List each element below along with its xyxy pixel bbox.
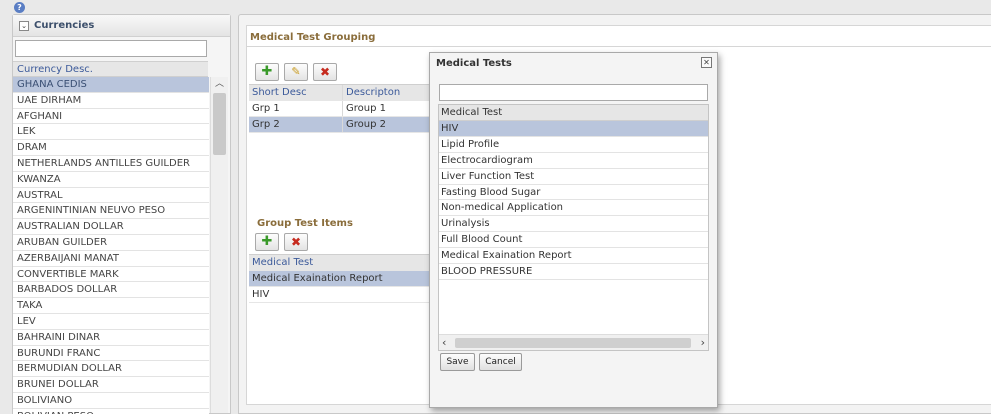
- currency-row[interactable]: DRAM: [13, 140, 209, 156]
- grouping-table: Short Desc Descripton Grp 1 Group 1 Grp 2G…: [249, 84, 449, 133]
- currency-list: GHANA CEDIS UAE DIRHAM AFGHANI LEK DRAM NETHE…: [13, 77, 209, 414]
- currency-row[interactable]: LEK: [13, 124, 209, 141]
- currency-row[interactable]: AUSTRAL: [13, 187, 209, 204]
- list-item[interactable]: HIV: [439, 121, 708, 137]
- delete-x-icon: ✖: [290, 235, 302, 249]
- currency-row[interactable]: BOLIVIANO: [13, 392, 209, 409]
- scroll-left-icon[interactable]: ‹: [442, 336, 446, 349]
- currency-row[interactable]: ARGENINTINIAN NEUVO PESO: [13, 203, 209, 220]
- currency-row[interactable]: AFGHANI: [13, 108, 209, 125]
- currency-row[interactable]: KWANZA: [13, 171, 209, 188]
- currencies-panel-header[interactable]: ⌄ Currencies: [13, 15, 230, 37]
- currency-row[interactable]: BURUNDI FRANC: [13, 345, 209, 362]
- scroll-up-icon[interactable]: ︿: [211, 77, 228, 91]
- cancel-button[interactable]: Cancel: [479, 353, 522, 371]
- currencies-panel: ⌄ Currencies Currency Desc. GHANA CEDIS U…: [12, 14, 231, 414]
- list-item[interactable]: Medical Exaination Report: [439, 248, 708, 265]
- test-items-header: Medical Test: [249, 254, 439, 271]
- column-header-medical-test[interactable]: Medical Test: [249, 255, 439, 270]
- currency-row[interactable]: AZERBAIJANI MANAT: [13, 250, 209, 267]
- short-desc-cell: Grp 2: [249, 117, 343, 132]
- currency-row[interactable]: ARUBAN GUILDER: [13, 234, 209, 251]
- currency-filter-input[interactable]: [15, 40, 207, 57]
- currency-row[interactable]: BOLIVIAN PESO: [13, 408, 209, 414]
- list-item[interactable]: Electrocardiogram: [439, 153, 708, 169]
- delete-test-item-button[interactable]: ✖: [284, 233, 308, 251]
- currency-row[interactable]: TAKA: [13, 298, 209, 314]
- list-item[interactable]: Lipid Profile: [439, 137, 708, 153]
- currency-row[interactable]: UAE DIRHAM: [13, 92, 209, 109]
- help-icon[interactable]: ?: [14, 2, 25, 13]
- plus-icon: ✚: [261, 64, 273, 79]
- list-item[interactable]: Urinalysis: [439, 216, 708, 233]
- table-row[interactable]: Grp 2 Group 2: [249, 117, 449, 133]
- scrollbar-thumb[interactable]: [213, 93, 226, 155]
- list-item[interactable]: Full Blood Count: [439, 232, 708, 249]
- add-group-button[interactable]: ✚: [255, 63, 279, 81]
- group-test-items-table: Medical Test Medical Exaination Report HI…: [249, 254, 439, 303]
- scrollbar-thumb[interactable]: [455, 338, 691, 348]
- grouping-title: Medical Test Grouping: [250, 32, 376, 43]
- medical-tests-dialog: Medical Tests ✕ Medical Test HIV Lipid Pr…: [429, 52, 718, 408]
- plus-icon: ✚: [261, 234, 273, 249]
- currency-row[interactable]: NETHERLANDS ANTILLES GUILDER: [13, 155, 209, 172]
- horizontal-scrollbar[interactable]: ‹ ›: [439, 334, 708, 350]
- list-item[interactable]: Non-medical Application: [439, 200, 708, 217]
- grouping-table-header: Short Desc Descripton: [249, 84, 449, 101]
- column-header-short-desc[interactable]: Short Desc: [249, 85, 343, 100]
- scroll-right-icon[interactable]: ›: [701, 336, 705, 349]
- list-item[interactable]: Liver Function Test: [439, 169, 708, 185]
- delete-group-button[interactable]: ✖: [313, 63, 337, 81]
- currency-row[interactable]: BAHRAINI DINAR: [13, 329, 209, 346]
- currency-row[interactable]: AUSTRALIAN DOLLAR: [13, 219, 209, 235]
- currency-row[interactable]: BERMUDIAN DOLLAR: [13, 361, 209, 378]
- medical-test-cell: HIV: [252, 289, 270, 300]
- table-row[interactable]: HIV: [249, 287, 439, 303]
- close-icon[interactable]: ✕: [701, 57, 712, 68]
- currency-row[interactable]: CONVERTIBLE MARK: [13, 266, 209, 283]
- currency-row[interactable]: LEV: [13, 313, 209, 330]
- currencies-title: Currencies: [34, 20, 95, 31]
- currency-row[interactable]: BRUNEI DOLLAR: [13, 377, 209, 393]
- group-test-items-title: Group Test Items: [257, 218, 353, 229]
- medical-test-list: Medical Test HIV Lipid Profile Electrocard…: [438, 104, 709, 351]
- table-row[interactable]: Grp 1 Group 1: [249, 101, 449, 117]
- delete-x-icon: ✖: [319, 65, 331, 79]
- edit-group-button[interactable]: ✎: [284, 63, 308, 81]
- currency-desc-column-header[interactable]: Currency Desc.: [13, 61, 208, 77]
- list-item[interactable]: BLOOD PRESSURE: [439, 264, 708, 280]
- add-test-item-button[interactable]: ✚: [255, 233, 279, 251]
- list-item[interactable]: Fasting Blood Sugar: [439, 185, 708, 201]
- medical-test-column-header[interactable]: Medical Test: [439, 105, 708, 121]
- currency-list-scrollbar[interactable]: ︿: [210, 77, 228, 413]
- divider: [247, 46, 991, 47]
- short-desc-cell: Grp 1: [249, 101, 343, 116]
- dialog-title: Medical Tests: [436, 58, 512, 69]
- medical-test-search-input[interactable]: [439, 84, 708, 101]
- medical-test-cell: Medical Exaination Report: [252, 273, 383, 284]
- pencil-icon: ✎: [291, 65, 301, 78]
- table-row[interactable]: Medical Exaination Report: [249, 271, 439, 287]
- collapse-icon[interactable]: ⌄: [19, 20, 29, 31]
- save-button[interactable]: Save: [440, 353, 475, 371]
- currency-row[interactable]: GHANA CEDIS: [13, 77, 209, 93]
- currency-row[interactable]: BARBADOS DOLLAR: [13, 282, 209, 299]
